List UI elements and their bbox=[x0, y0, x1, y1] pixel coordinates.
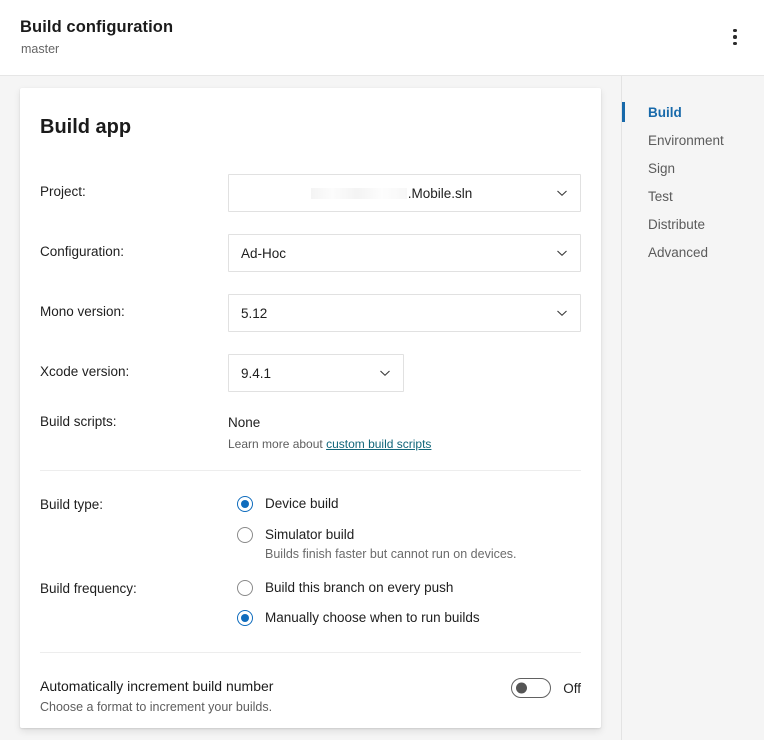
kebab-dot bbox=[733, 35, 737, 39]
radio-simulator-build[interactable]: Simulator build Builds finish faster but… bbox=[237, 525, 517, 563]
build-app-card: Build app Project: .Mobile.sln Configura… bbox=[20, 88, 601, 728]
build-scripts-value: None bbox=[228, 415, 261, 430]
build-type-label: Build type: bbox=[40, 497, 104, 512]
section-divider bbox=[40, 470, 581, 471]
sidenav-item-label: Sign bbox=[648, 160, 676, 176]
xcode-version-label: Xcode version: bbox=[40, 364, 130, 379]
active-indicator-bar bbox=[622, 102, 625, 122]
chevron-down-icon bbox=[556, 187, 568, 199]
branch-label: master bbox=[21, 42, 60, 56]
auto-increment-toggle-group: Off bbox=[511, 678, 581, 698]
toggle-knob bbox=[516, 682, 528, 694]
xcode-version-select-value: 9.4.1 bbox=[241, 365, 272, 381]
sidenav-item-build[interactable]: Build bbox=[622, 98, 764, 126]
build-scripts-hint: Learn more about custom build scripts bbox=[228, 437, 431, 451]
sidenav-item-label: Advanced bbox=[648, 244, 709, 260]
hint-prefix: Learn more about bbox=[228, 437, 327, 451]
auto-increment-toggle[interactable] bbox=[511, 678, 552, 698]
custom-build-scripts-link[interactable]: custom build scripts bbox=[326, 437, 431, 451]
build-configuration-page: Build configuration master Build app Pro… bbox=[0, 0, 764, 740]
redacted-text bbox=[310, 188, 407, 200]
radio-label: Simulator build bbox=[265, 527, 355, 542]
sidenav-item-advanced[interactable]: Advanced bbox=[622, 238, 764, 266]
auto-increment-title: Automatically increment build number bbox=[40, 678, 274, 694]
radio-indicator bbox=[237, 527, 253, 543]
configuration-select-value: Ad-Hoc bbox=[241, 245, 287, 261]
project-select-value: .Mobile.sln bbox=[229, 186, 580, 201]
project-label: Project: bbox=[40, 184, 86, 199]
kebab-dot bbox=[733, 41, 737, 46]
radio-indicator bbox=[237, 610, 253, 626]
radio-label: Manually choose when to run builds bbox=[265, 610, 480, 625]
chevron-down-icon bbox=[556, 307, 568, 319]
card-title: Build app bbox=[40, 116, 132, 138]
configuration-label: Configuration: bbox=[40, 244, 125, 259]
chevron-down-icon bbox=[556, 247, 568, 259]
mono-version-select[interactable]: 5.12 bbox=[228, 294, 581, 332]
sidenav-item-test[interactable]: Test bbox=[622, 182, 764, 210]
auto-increment-subtitle: Choose a format to increment your builds… bbox=[40, 700, 273, 714]
auto-increment-state: Off bbox=[563, 680, 581, 696]
page-header: Build configuration master bbox=[0, 0, 764, 76]
mono-version-select-value: 5.12 bbox=[241, 305, 268, 321]
radio-every-push[interactable]: Build this branch on every push bbox=[237, 578, 480, 600]
sidenav-item-label: Build bbox=[648, 104, 682, 120]
build-scripts-label: Build scripts: bbox=[40, 414, 117, 429]
sidenav-item-label: Test bbox=[648, 188, 673, 204]
radio-manual-builds[interactable]: Manually choose when to run builds bbox=[237, 608, 480, 630]
chevron-down-icon bbox=[379, 367, 391, 379]
radio-sublabel: Builds finish faster but cannot run on d… bbox=[265, 547, 517, 561]
page-title: Build configuration bbox=[20, 18, 174, 36]
settings-sidenav: Build Environment Sign Test Distribute A… bbox=[622, 76, 764, 740]
more-vertical-icon[interactable] bbox=[720, 20, 750, 54]
xcode-version-select[interactable]: 9.4.1 bbox=[228, 354, 404, 392]
auto-increment-row: Automatically increment build number Cho… bbox=[40, 676, 581, 716]
configuration-select[interactable]: Ad-Hoc bbox=[228, 234, 581, 272]
sidenav-item-sign[interactable]: Sign bbox=[622, 154, 764, 182]
radio-text: Device build bbox=[265, 494, 339, 514]
sidenav-item-label: Environment bbox=[648, 132, 724, 148]
sidenav-item-distribute[interactable]: Distribute bbox=[622, 210, 764, 238]
radio-indicator bbox=[237, 580, 253, 596]
mono-version-label: Mono version: bbox=[40, 304, 125, 319]
radio-text: Build this branch on every push bbox=[265, 578, 453, 598]
page-body: Build app Project: .Mobile.sln Configura… bbox=[0, 76, 764, 740]
radio-label: Device build bbox=[265, 496, 339, 511]
radio-indicator bbox=[237, 496, 253, 512]
sidenav-item-label: Distribute bbox=[648, 216, 706, 232]
sidenav-item-environment[interactable]: Environment bbox=[622, 126, 764, 154]
radio-label: Build this branch on every push bbox=[265, 580, 454, 595]
build-frequency-label: Build frequency: bbox=[40, 581, 137, 596]
radio-text: Simulator build Builds finish faster but… bbox=[265, 525, 517, 563]
kebab-dot bbox=[733, 28, 737, 33]
section-divider bbox=[40, 652, 581, 653]
radio-text: Manually choose when to run builds bbox=[265, 608, 480, 628]
radio-device-build[interactable]: Device build bbox=[237, 494, 517, 516]
project-select[interactable]: .Mobile.sln bbox=[228, 174, 581, 212]
